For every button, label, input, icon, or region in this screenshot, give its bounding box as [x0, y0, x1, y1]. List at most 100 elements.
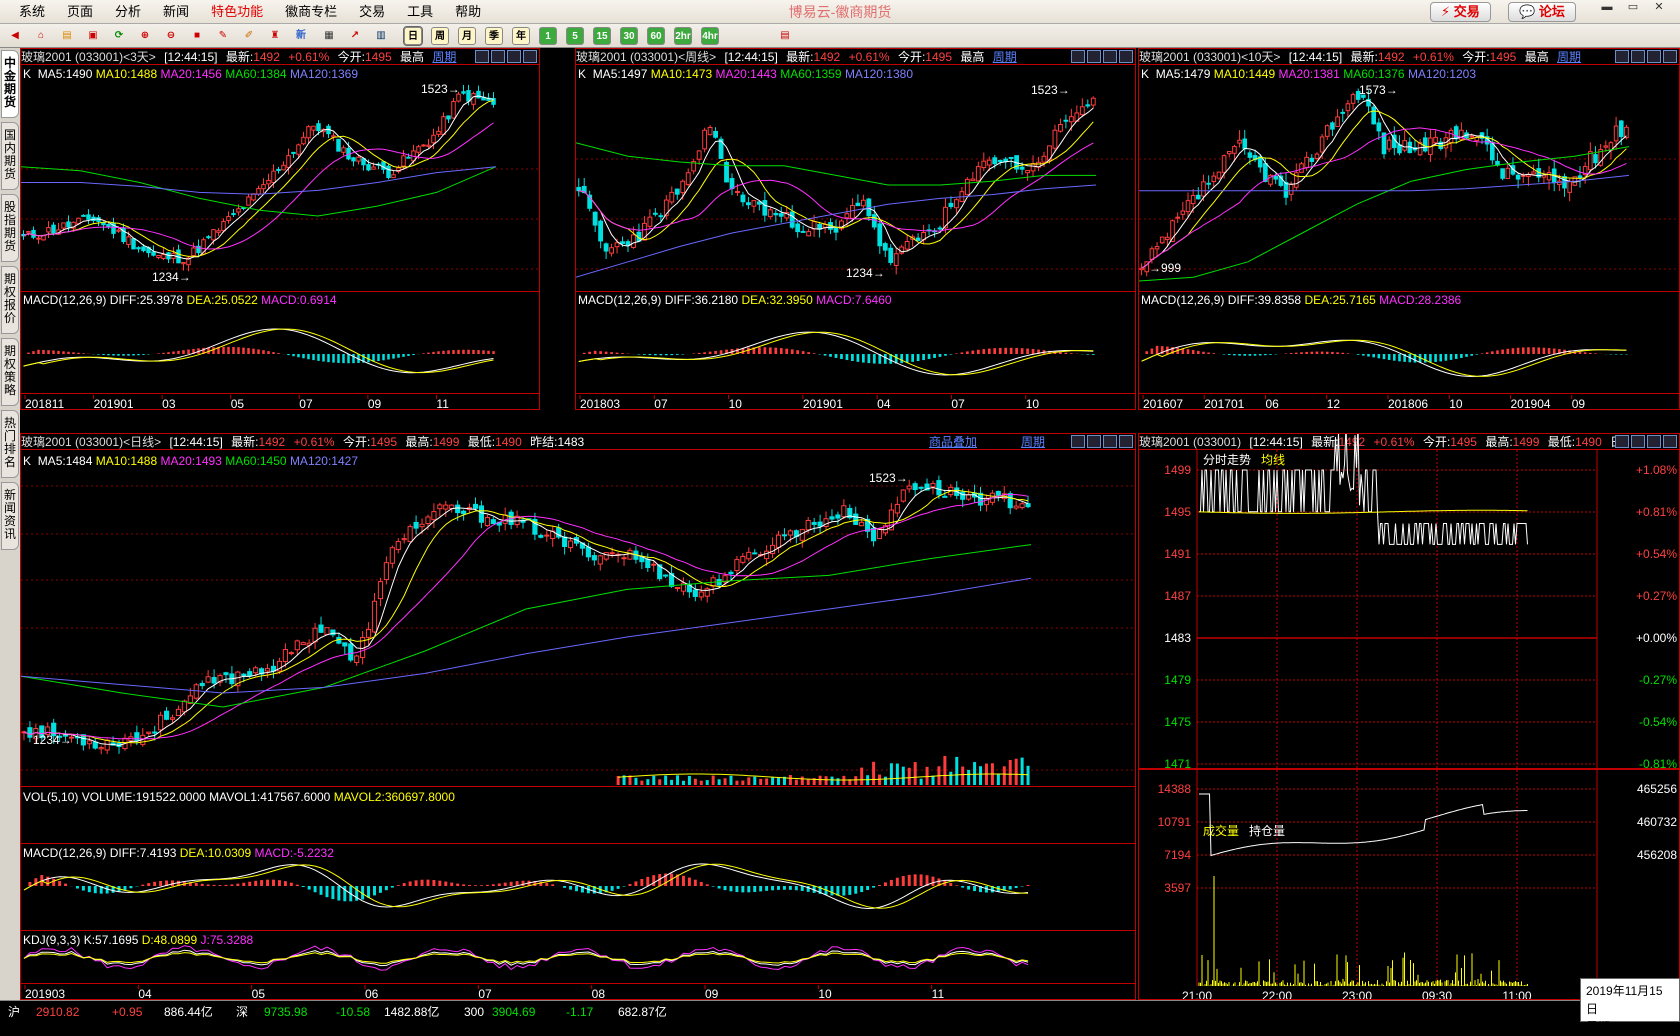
x-tick-label: 05	[231, 397, 245, 410]
period-button[interactable]: 15	[593, 27, 611, 45]
side-tab[interactable]: 期权策略	[1, 338, 19, 406]
price-label: 1487	[1164, 589, 1191, 603]
side-tab[interactable]: 股指期货	[1, 194, 19, 262]
close-button[interactable]: ✕	[1648, 0, 1670, 14]
forum-button[interactable]: 💬 论坛	[1508, 2, 1576, 22]
candle	[386, 165, 391, 179]
candle	[859, 521, 865, 527]
menu-item[interactable]: 交易	[348, 0, 396, 24]
menu-item[interactable]: 特色功能	[200, 0, 274, 24]
k-chart-icon[interactable]: ▥	[372, 27, 390, 45]
menu-item[interactable]: 分析	[104, 0, 152, 24]
period-button[interactable]: 1	[539, 27, 557, 45]
period-button[interactable]: 年	[512, 27, 530, 45]
chart-panel-weekly[interactable]: 玻璃2001 (033001)<周线> [12:44:15] 最新:1492 +…	[575, 48, 1136, 410]
trade-button[interactable]: ⚡ 交易	[1430, 2, 1491, 22]
candle	[930, 483, 936, 488]
chart-panel-3day[interactable]: 玻璃2001 (033001)<3天> [12:44:15] 最新:1492 +…	[20, 48, 540, 410]
maximize-button[interactable]: ▭	[1622, 0, 1644, 14]
side-tab[interactable]: 期权报价	[1, 266, 19, 334]
period-button[interactable]: 周	[431, 27, 449, 45]
candle	[199, 682, 205, 687]
candle	[658, 215, 664, 218]
candle	[223, 672, 229, 676]
period-button[interactable]: 60	[647, 27, 665, 45]
high-marker: 1523→	[1031, 83, 1070, 97]
candle	[490, 519, 496, 525]
side-tab[interactable]: 新闻资讯	[1, 482, 19, 550]
pen-icon[interactable]: ✎	[214, 27, 232, 45]
menu-item[interactable]: 系统	[8, 0, 56, 24]
candle	[1531, 171, 1536, 175]
zoom-out-icon[interactable]: ⊖	[162, 27, 180, 45]
brush-icon[interactable]: ✐	[240, 27, 258, 45]
candle	[937, 227, 943, 230]
ma-long-line	[21, 577, 1032, 694]
x-tick-label: 10	[818, 987, 832, 1000]
candle	[1283, 182, 1289, 198]
candle	[316, 123, 321, 132]
candle	[1206, 182, 1211, 185]
candle	[853, 513, 859, 525]
ma-long-line	[1139, 146, 1630, 282]
candle	[169, 717, 176, 720]
minimize-button[interactable]: ▬	[1596, 0, 1618, 14]
period-button[interactable]: 季	[485, 27, 503, 45]
cup-icon[interactable]: ♜	[266, 27, 284, 45]
side-tab[interactable]: 中金期货	[1, 50, 19, 118]
square-icon[interactable]: ■	[188, 27, 206, 45]
period-button[interactable]: 2hr	[674, 27, 692, 45]
menu-item[interactable]: 新闻	[152, 0, 200, 24]
new-icon[interactable]: 新	[292, 27, 310, 45]
menu-item[interactable]: 工具	[396, 0, 444, 24]
line-chart-icon[interactable]: ↗	[346, 27, 364, 45]
side-tab[interactable]: 热门排名	[1, 410, 19, 478]
dea-line	[23, 863, 1029, 909]
menu-item[interactable]: 徽商专栏	[274, 0, 348, 24]
high-marker: 1523→	[869, 471, 908, 485]
candle	[698, 591, 704, 598]
x-tick-label: 06	[365, 987, 379, 1000]
period-button[interactable]: 月	[458, 27, 476, 45]
candle	[1567, 181, 1572, 193]
status-bar: 沪 2910.82 +0.95 886.44亿 深 9735.98 -10.58…	[0, 1000, 1680, 1022]
refresh-icon[interactable]: ⟳	[110, 27, 128, 45]
period-button[interactable]: 5	[566, 27, 584, 45]
candle	[674, 188, 680, 195]
zoom-in-icon[interactable]: ⊕	[136, 27, 154, 45]
x-tick-label: 201904	[1511, 397, 1551, 410]
grid-icon[interactable]: ▦	[320, 27, 338, 45]
chart-canvas: 1523→ 1234→ 201811 201901 03 05 07 09 11	[21, 82, 539, 410]
timeshare-panel[interactable]: 玻璃2001 (033001) [12:44:15] 最新:1492 +0.61…	[1138, 433, 1680, 1000]
chart-panel-daily[interactable]: 玻璃2001 (033001)<日线> [12:44:15] 最新:1492 +…	[20, 433, 1136, 1000]
date-text: 2019年11月15日	[1586, 984, 1663, 1016]
candle	[1324, 125, 1330, 137]
menu-bar: 系统 页面 分析 新闻 特色功能 徽商专栏 交易 工具 帮助 博易云-徽商期货 ⚡ 交易 💬 论…	[0, 0, 1680, 24]
candle	[36, 237, 41, 240]
candle	[915, 237, 921, 241]
menu-item[interactable]: 页面	[56, 0, 104, 24]
period-button[interactable]: 30	[620, 27, 638, 45]
home-icon[interactable]: ⌂	[32, 27, 50, 45]
candle	[1030, 163, 1036, 172]
chart-panel-10day[interactable]: 玻璃2001 (033001)<10天> [12:44:15] 最新:1492 …	[1138, 48, 1680, 410]
candle	[740, 194, 746, 203]
candle	[787, 530, 793, 536]
menu-item[interactable]: 帮助	[444, 0, 492, 24]
calendar-icon[interactable]: ▤	[776, 27, 794, 45]
candle	[800, 230, 806, 233]
weekday-text: 星期五	[1586, 1020, 1623, 1034]
candle	[981, 160, 987, 169]
book-icon[interactable]: ▤	[58, 27, 76, 45]
side-tab[interactable]: 国内期货	[1, 122, 19, 190]
candle	[366, 164, 371, 171]
candle	[241, 673, 247, 677]
candle	[1340, 111, 1346, 114]
news-icon[interactable]: ▣	[84, 27, 102, 45]
candle	[855, 202, 861, 207]
period-button[interactable]: 日	[403, 26, 423, 46]
candle	[1319, 136, 1325, 153]
back-icon[interactable]: ◀	[6, 27, 24, 45]
period-button[interactable]: 4hr	[701, 27, 719, 45]
candle	[1058, 124, 1063, 132]
